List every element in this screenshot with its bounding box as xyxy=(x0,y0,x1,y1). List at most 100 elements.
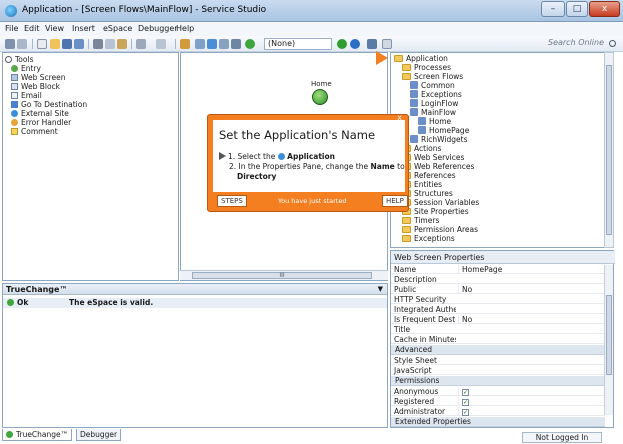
tool-comment[interactable]: Comment xyxy=(11,127,58,136)
home-icon[interactable] xyxy=(180,39,190,49)
tree-item[interactable]: Web References xyxy=(402,162,474,171)
redo-icon[interactable] xyxy=(156,39,166,49)
tree-item[interactable]: Screen Flows xyxy=(402,72,463,81)
property-row[interactable]: JavaScript xyxy=(391,366,605,375)
checkbox[interactable]: ✓ xyxy=(462,389,469,396)
property-row[interactable]: Cache in Minutes xyxy=(391,335,605,344)
open-icon[interactable] xyxy=(50,39,60,49)
tree-item[interactable]: LoginFlow xyxy=(410,99,458,108)
environment-select[interactable]: (None) xyxy=(264,38,332,50)
property-value[interactable]: ✓ xyxy=(458,397,598,406)
new-icon[interactable] xyxy=(37,39,47,49)
tool-error-handler[interactable]: Error Handler xyxy=(11,118,71,127)
refresh-icon[interactable] xyxy=(207,39,217,49)
property-row[interactable]: Title xyxy=(391,325,605,334)
property-value[interactable]: No xyxy=(458,285,598,294)
tool-external-site[interactable]: External Site xyxy=(11,109,69,118)
property-row[interactable]: Integrated Authe... xyxy=(391,305,605,314)
debug-icon[interactable] xyxy=(350,39,360,49)
back-icon[interactable] xyxy=(5,39,15,49)
home-node-icon[interactable] xyxy=(312,89,328,105)
property-row[interactable]: Anonymous ✓ xyxy=(391,387,605,396)
merge-icon[interactable] xyxy=(231,39,241,49)
tool-email[interactable]: Email xyxy=(11,91,42,100)
property-row[interactable]: Public No xyxy=(391,285,605,294)
tree-item[interactable]: Application xyxy=(394,54,448,63)
run-icon[interactable] xyxy=(337,39,347,49)
menu-file[interactable]: File xyxy=(5,24,18,33)
tree-item[interactable]: References xyxy=(402,171,456,180)
tool-go-to-destination[interactable]: Go To Destination xyxy=(11,100,87,109)
property-category[interactable]: Extended Properties xyxy=(391,417,605,427)
search-icon[interactable] xyxy=(609,40,616,47)
tree-item[interactable]: Site Properties xyxy=(402,207,469,216)
copy-icon[interactable] xyxy=(105,39,115,49)
verify-icon[interactable] xyxy=(245,39,255,49)
grid-icon[interactable] xyxy=(367,39,377,49)
menu-edit[interactable]: Edit xyxy=(24,24,40,33)
property-row[interactable]: Administrator ✓ xyxy=(391,407,605,416)
tree-item[interactable]: MainFlow xyxy=(410,108,456,117)
help-button[interactable]: HELP xyxy=(382,195,408,207)
truechange-header[interactable]: TrueChange™ ▼ xyxy=(3,284,387,295)
property-row[interactable]: Style Sheet xyxy=(391,356,605,365)
layout-icon[interactable] xyxy=(195,39,205,49)
tree-item[interactable]: Exceptions xyxy=(402,234,455,243)
tree-item[interactable]: Exceptions xyxy=(410,90,462,99)
close-button[interactable]: x xyxy=(589,1,620,17)
scroll-thumb[interactable] xyxy=(606,295,612,375)
property-value[interactable]: ✓ xyxy=(458,387,598,396)
menu-espace[interactable]: eSpace xyxy=(103,24,132,33)
tree-item[interactable]: Common xyxy=(410,81,455,90)
property-row[interactable]: HTTP Security xyxy=(391,295,605,304)
undo-icon[interactable] xyxy=(136,39,146,49)
tip-icon[interactable] xyxy=(382,39,392,49)
tree-item[interactable]: Home xyxy=(418,117,451,126)
tree-item[interactable]: Web Services xyxy=(402,153,464,162)
login-status[interactable]: Not Logged In xyxy=(522,432,602,443)
property-value[interactable]: ✓ xyxy=(458,407,598,416)
properties-scrollbar[interactable] xyxy=(604,265,613,415)
cut-icon[interactable] xyxy=(93,39,103,49)
save-icon[interactable] xyxy=(62,39,72,49)
tools-header[interactable]: Tools xyxy=(5,55,33,64)
checkbox[interactable]: ✓ xyxy=(462,409,469,416)
property-row[interactable]: Name HomePage xyxy=(391,265,605,274)
tool-web-block[interactable]: Web Block xyxy=(11,82,60,91)
dropdown-icon[interactable]: ▼ xyxy=(378,284,383,295)
menu-view[interactable]: View xyxy=(45,24,64,33)
property-category[interactable]: Permissions xyxy=(391,376,605,386)
menu-debugger[interactable]: Debugger xyxy=(138,24,178,33)
tree-item[interactable]: Structures xyxy=(402,189,453,198)
property-row[interactable]: Description xyxy=(391,275,605,284)
steps-button[interactable]: STEPS xyxy=(217,195,247,207)
paste-icon[interactable] xyxy=(117,39,127,49)
property-row[interactable]: Registered ✓ xyxy=(391,397,605,406)
property-value[interactable]: HomePage xyxy=(458,265,598,274)
truechange-message-row[interactable]: Ok The eSpace is valid. xyxy=(3,298,387,308)
property-row[interactable]: Is Frequent Desti...No xyxy=(391,315,605,324)
maximize-button[interactable]: □ xyxy=(566,1,588,17)
menu-insert[interactable]: Insert xyxy=(72,24,95,33)
forward-icon[interactable] xyxy=(17,39,27,49)
tree-item[interactable]: RichWidgets xyxy=(410,135,468,144)
checkbox[interactable]: ✓ xyxy=(462,399,469,406)
tree-item[interactable]: Processes xyxy=(402,63,451,72)
scroll-thumb[interactable] xyxy=(606,65,612,235)
tree-scrollbar[interactable] xyxy=(604,52,614,248)
compare-icon[interactable] xyxy=(219,39,229,49)
tool-web-screen[interactable]: Web Screen xyxy=(11,73,66,82)
publish-icon[interactable] xyxy=(74,39,84,49)
minimize-button[interactable]: – xyxy=(541,1,565,17)
menu-help[interactable]: Help xyxy=(176,24,194,33)
property-category[interactable]: Advanced xyxy=(391,345,605,355)
scroll-thumb[interactable]: III xyxy=(192,272,372,279)
tree-item[interactable]: Session Variables xyxy=(402,198,479,207)
tree-item[interactable]: HomePage xyxy=(418,126,469,135)
tree-item[interactable]: Permission Areas xyxy=(402,225,478,234)
search-input[interactable]: Search Online xyxy=(538,38,618,50)
canvas-horizontal-scrollbar[interactable]: III xyxy=(180,270,388,280)
tool-entry[interactable]: Entry xyxy=(11,64,41,73)
tree-item[interactable]: Timers xyxy=(402,216,439,225)
property-value[interactable]: No xyxy=(458,315,598,324)
